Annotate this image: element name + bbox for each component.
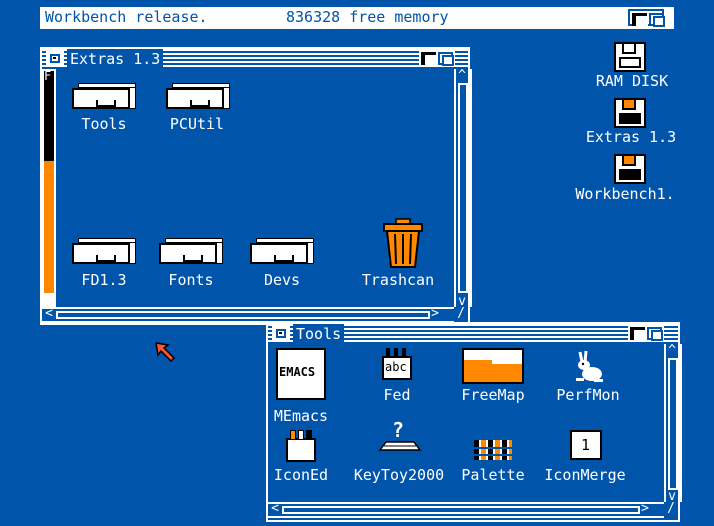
freemap-icon[interactable] [462, 348, 524, 384]
fd13-drawer-icon[interactable] [72, 238, 136, 264]
keytoy-label[interactable]: KeyToy2000 [354, 466, 444, 484]
tools-scroll-up-arrow[interactable]: ^ [666, 344, 678, 357]
extras-window-title: Extras 1.3 [67, 49, 164, 69]
extras-horizontal-scrollbar[interactable] [42, 307, 454, 323]
ram-disk-icon[interactable] [614, 42, 646, 72]
iconmerge-icon[interactable]: 1 [570, 430, 602, 460]
pcutil-drawer-icon[interactable] [166, 83, 230, 109]
extras-left-scroll-bar[interactable]: F E [42, 69, 56, 307]
screen-depth-gadget[interactable] [628, 9, 665, 27]
extras-disk-icon[interactable] [614, 98, 646, 128]
tools-scroll-right-arrow[interactable]: > [638, 502, 652, 515]
extras-horizontal-scroll-knob[interactable] [56, 311, 430, 319]
palette-icon[interactable] [474, 440, 514, 462]
tools-drawer-icon[interactable] [72, 83, 136, 109]
extras-disk-label[interactable]: Extras 1.3 [586, 128, 676, 146]
tools-window-title: Tools [293, 324, 345, 344]
memacs-label[interactable]: MEmacs [274, 407, 328, 425]
memacs-badge: EMACS [279, 365, 316, 379]
extras-scroll-left-arrow[interactable]: < [42, 307, 56, 320]
tools-scroll-left-arrow[interactable]: < [268, 502, 282, 515]
extras-vertical-scrollbar[interactable] [454, 69, 472, 307]
free-memory-readout: 836328 free memory [286, 8, 449, 26]
extras-depth-gadget[interactable] [419, 50, 455, 67]
extras-scroll-right-arrow[interactable]: > [428, 307, 442, 320]
fed-label[interactable]: Fed [383, 386, 410, 404]
extras-close-gadget[interactable] [46, 50, 64, 67]
perfmon-label[interactable]: PerfMon [556, 386, 619, 404]
iconed-label[interactable]: IconEd [274, 466, 328, 484]
trashcan-icon[interactable] [380, 217, 426, 269]
fonts-drawer-icon[interactable] [159, 238, 223, 264]
tools-resize-gadget[interactable]: / [664, 502, 678, 515]
fd13-drawer-label[interactable]: FD1.3 [81, 271, 126, 289]
screen-title-bar[interactable]: Workbench release. 836328 free memory [40, 7, 674, 29]
workbench-disk-label[interactable]: Workbench1. [575, 185, 674, 203]
devs-drawer-icon[interactable] [250, 238, 314, 264]
memacs-icon[interactable]: EMACS [276, 348, 326, 400]
perfmon-rabbit-icon[interactable] [572, 350, 604, 384]
tools-title-bar[interactable]: Tools [268, 324, 678, 344]
extras-window[interactable]: Extras 1.3 F E ^ v < > / Tools PCUtil FD… [40, 47, 472, 325]
iconmerge-badge: 1 [581, 436, 591, 454]
fonts-drawer-label[interactable]: Fonts [168, 271, 213, 289]
tools-depth-gadget[interactable] [628, 325, 664, 342]
ram-disk-label[interactable]: RAM DISK [596, 72, 668, 90]
tools-horizontal-scroll-knob[interactable] [282, 506, 640, 514]
screen-title: Workbench release. [45, 8, 208, 26]
trashcan-label[interactable]: Trashcan [362, 271, 434, 289]
fed-badge: abc [385, 360, 407, 374]
fed-icon[interactable]: abc [382, 356, 412, 380]
extras-vertical-scroll-knob[interactable] [458, 83, 468, 293]
devs-drawer-label[interactable]: Devs [264, 271, 300, 289]
tools-horizontal-scrollbar[interactable] [268, 502, 664, 518]
mouse-pointer-icon [155, 342, 176, 363]
pcutil-drawer-label[interactable]: PCUtil [170, 115, 224, 133]
iconed-icon[interactable] [286, 438, 316, 462]
tools-close-gadget[interactable] [272, 325, 290, 342]
freemap-label[interactable]: FreeMap [461, 386, 524, 404]
iconmerge-label[interactable]: IconMerge [544, 466, 625, 484]
extras-scroll-up-arrow[interactable]: ^ [456, 69, 468, 82]
tools-window[interactable]: Tools ^ v < > / EMACS MEmacs abc Fed Fre… [266, 322, 682, 522]
workbench-disk-icon[interactable] [614, 154, 646, 184]
palette-label[interactable]: Palette [461, 466, 524, 484]
keytoy-badge: ? [392, 418, 405, 442]
extras-scroll-bottom-letter: E [44, 293, 52, 307]
extras-scroll-top-letter: F [44, 69, 52, 83]
tools-drawer-label[interactable]: Tools [81, 115, 126, 133]
extras-resize-gadget[interactable]: / [454, 307, 468, 320]
extras-title-bar[interactable]: Extras 1.3 [42, 49, 468, 69]
tools-vertical-scroll-knob[interactable] [668, 358, 678, 490]
tools-vertical-scrollbar[interactable] [664, 344, 682, 502]
